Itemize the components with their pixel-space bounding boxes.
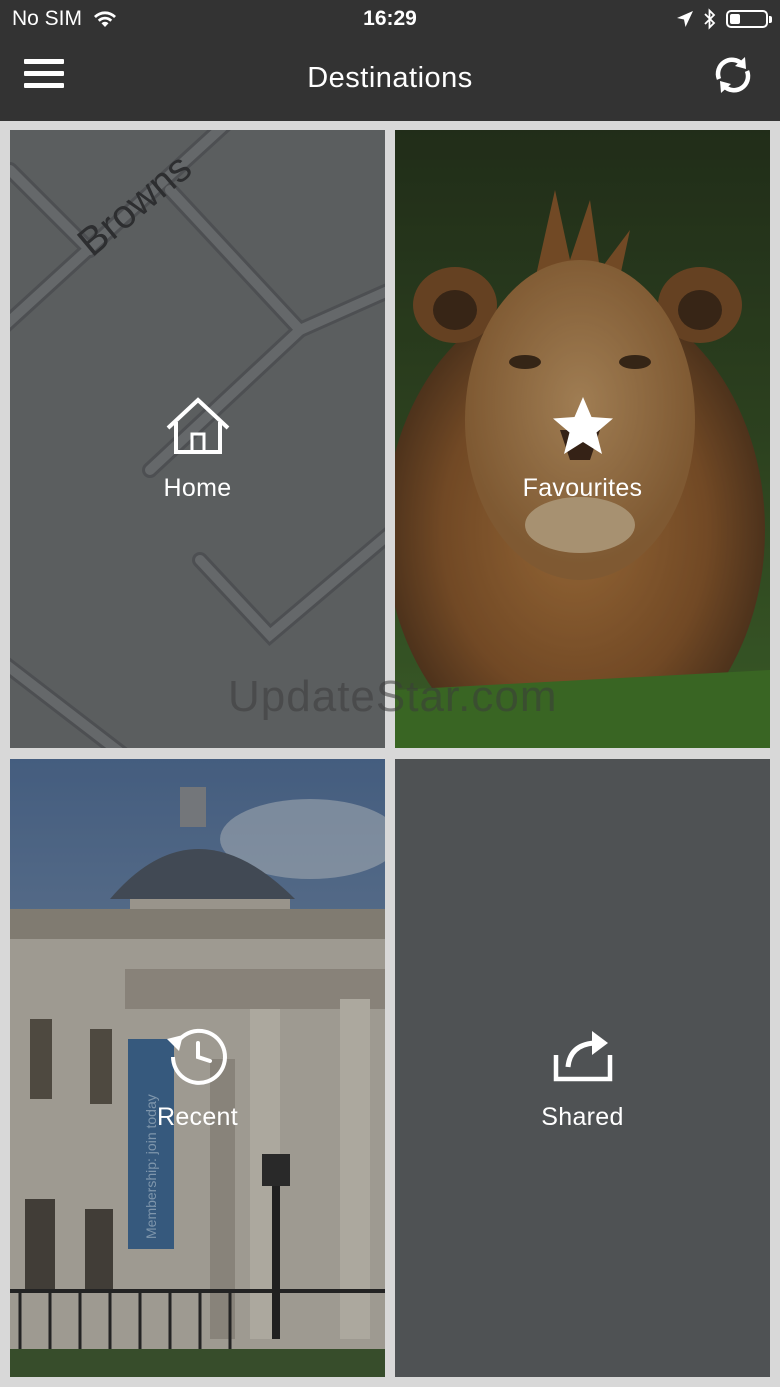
location-arrow-icon bbox=[677, 11, 693, 27]
clock-history-icon bbox=[166, 1028, 227, 1085]
recent-label: Recent bbox=[156, 1103, 238, 1131]
status-bar: No SIM 16:29 bbox=[0, 0, 780, 40]
share-icon bbox=[553, 1031, 612, 1082]
favourites-label: Favourites bbox=[522, 474, 643, 502]
home-icon bbox=[166, 397, 229, 454]
shared-label: Shared bbox=[541, 1103, 624, 1131]
home-label: Home bbox=[163, 474, 232, 502]
favourites-tile-content: Favourites bbox=[395, 392, 770, 503]
refresh-icon[interactable] bbox=[710, 52, 756, 98]
shared-tile[interactable]: Shared bbox=[395, 759, 770, 1377]
nav-bar: Destinations bbox=[0, 40, 780, 121]
home-tile[interactable]: Browns Home bbox=[10, 130, 385, 748]
shared-tile-content: Shared bbox=[395, 1021, 770, 1132]
battery-icon bbox=[726, 10, 772, 28]
bluetooth-icon bbox=[704, 8, 716, 30]
favourites-tile[interactable]: Favourites bbox=[395, 130, 770, 748]
app-screen: No SIM 16:29 Destinations Browns Home Fa… bbox=[0, 0, 780, 1387]
recent-tile[interactable]: Membership: join today Recent bbox=[10, 759, 385, 1377]
status-time: 16:29 bbox=[363, 7, 417, 30]
star-icon bbox=[552, 397, 613, 454]
recent-tile-content: Recent bbox=[10, 1021, 385, 1132]
status-right bbox=[676, 8, 772, 30]
page-title: Destinations bbox=[307, 62, 473, 94]
home-tile-content: Home bbox=[10, 392, 385, 503]
